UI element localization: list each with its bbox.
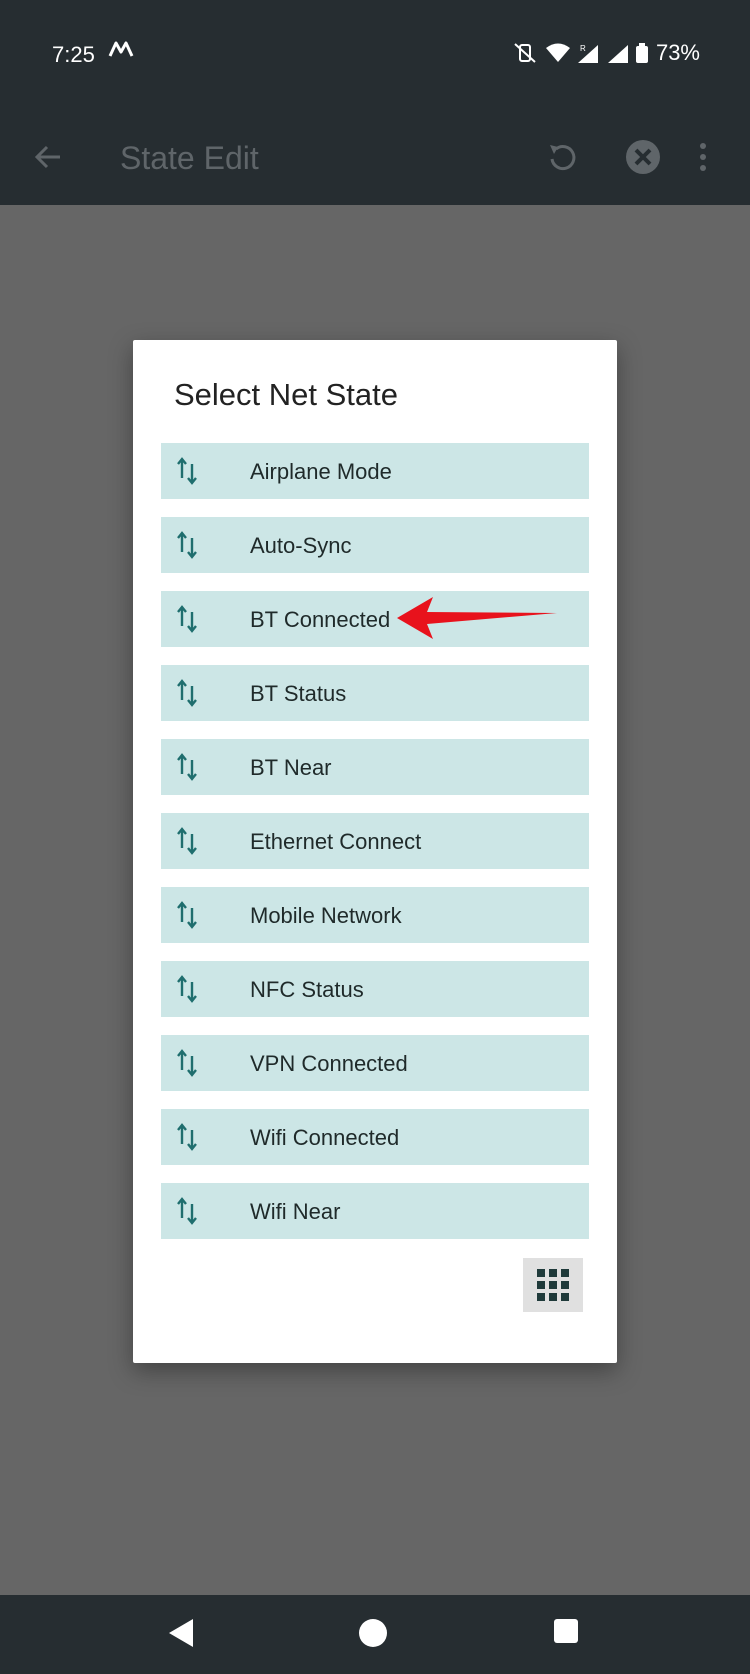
- status-icons: R 73%: [512, 40, 700, 66]
- status-bar: 7:25 R 73%: [0, 0, 750, 110]
- vibrate-off-icon: [514, 43, 536, 63]
- option-label: Mobile Network: [250, 903, 402, 928]
- option-mobile-network[interactable]: Mobile Network: [161, 887, 589, 943]
- up-down-arrows-icon: [177, 1123, 197, 1151]
- status-time: 7:25: [52, 42, 95, 67]
- up-down-arrows-icon: [177, 457, 197, 485]
- option-label: Auto-Sync: [250, 533, 352, 558]
- option-label: Ethernet Connect: [250, 829, 422, 854]
- option-label: Wifi Connected: [250, 1125, 400, 1150]
- back-arrow-icon: [34, 145, 60, 169]
- signal-icon: R: [577, 44, 598, 63]
- up-down-arrows-icon: [177, 975, 197, 1003]
- option-wifi-connected[interactable]: Wifi Connected: [161, 1109, 589, 1165]
- option-nfc-status[interactable]: NFC Status: [161, 961, 589, 1017]
- option-label: Airplane Mode: [250, 459, 392, 484]
- square-recents-icon: [554, 1619, 578, 1643]
- dialog-title: Select Net State: [174, 377, 399, 412]
- up-down-arrows-icon: [177, 901, 197, 929]
- red-pointer-arrow-icon: [397, 597, 557, 639]
- option-auto-sync[interactable]: Auto-Sync: [161, 517, 589, 573]
- back-button[interactable]: [23, 132, 73, 182]
- grid-icon: [537, 1269, 569, 1301]
- option-label: VPN Connected: [250, 1051, 408, 1076]
- up-down-arrows-icon: [177, 827, 197, 855]
- more-vert-icon: [700, 143, 706, 171]
- option-label: BT Connected: [250, 607, 391, 632]
- reset-button[interactable]: [537, 132, 587, 182]
- notification-m-icon: [108, 41, 134, 57]
- up-down-arrows-icon: [177, 679, 197, 707]
- circle-home-icon: [359, 1619, 387, 1647]
- up-down-arrows-icon: [177, 531, 197, 559]
- svg-text:R: R: [580, 44, 586, 53]
- option-bt-status[interactable]: BT Status: [161, 665, 589, 721]
- up-down-arrows-icon: [177, 753, 197, 781]
- up-down-arrows-icon: [177, 1049, 197, 1077]
- grid-view-button[interactable]: [523, 1258, 583, 1312]
- app-bar: State Edit: [0, 110, 750, 205]
- wifi-icon: [545, 43, 570, 62]
- signal-icon-2: [607, 45, 628, 63]
- up-down-arrows-icon: [177, 1197, 197, 1225]
- option-label: BT Status: [250, 681, 347, 706]
- option-label: NFC Status: [250, 977, 364, 1002]
- page-title: State Edit: [120, 140, 259, 176]
- nav-back-button[interactable]: [165, 1617, 201, 1653]
- up-down-arrows-icon: [177, 605, 197, 633]
- cancel-button[interactable]: [618, 132, 668, 182]
- overflow-menu-button[interactable]: [688, 132, 718, 182]
- nav-home-button[interactable]: [357, 1617, 393, 1653]
- battery-icon: [635, 43, 648, 63]
- close-circle-icon: [626, 140, 660, 174]
- navigation-bar: [0, 1595, 750, 1674]
- option-bt-near[interactable]: BT Near: [161, 739, 589, 795]
- select-net-state-dialog: Select Net State Airplane Mode Auto-Sync…: [133, 340, 617, 1363]
- battery-percent: 73%: [655, 40, 700, 65]
- nav-recents-button[interactable]: [552, 1617, 588, 1653]
- option-ethernet-connect[interactable]: Ethernet Connect: [161, 813, 589, 869]
- option-airplane-mode[interactable]: Airplane Mode: [161, 443, 589, 499]
- option-wifi-near[interactable]: Wifi Near: [161, 1183, 589, 1239]
- option-label: Wifi Near: [250, 1199, 341, 1224]
- undo-icon: [550, 145, 576, 171]
- triangle-back-icon: [169, 1619, 193, 1647]
- option-vpn-connected[interactable]: VPN Connected: [161, 1035, 589, 1091]
- option-label: BT Near: [250, 755, 332, 780]
